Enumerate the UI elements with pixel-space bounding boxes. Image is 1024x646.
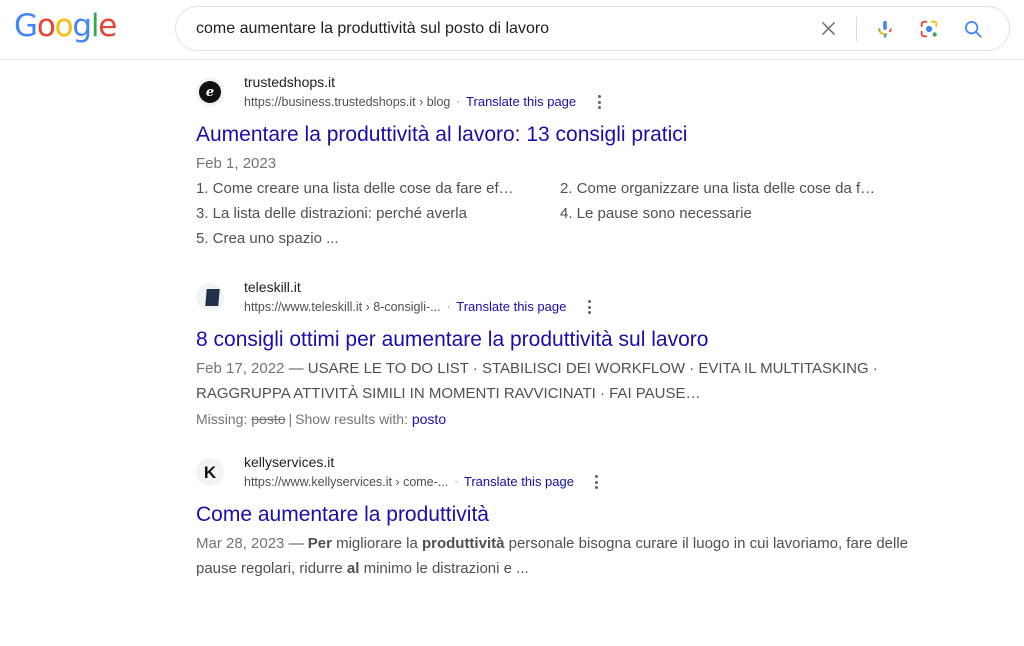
- result-url: https://www.teleskill.it › 8-consigli-..…: [244, 300, 441, 314]
- snippet-bold-term: Per: [307, 535, 332, 552]
- result-url-row: https://www.kellyservices.it › come-... …: [244, 472, 606, 492]
- site-name: kellyservices.it: [244, 454, 335, 470]
- show-results-with-label: Show results with:: [295, 411, 408, 427]
- url-separator: ·: [446, 301, 451, 313]
- result-url-row: https://www.teleskill.it › 8-consigli-..…: [244, 297, 598, 317]
- result-url: https://business.trustedshops.it › blog: [244, 95, 451, 109]
- search-results-list: e trustedshops.it https://business.trust…: [0, 60, 1024, 581]
- result-site-info: teleskill.it https://www.teleskill.it › …: [244, 277, 598, 317]
- missing-terms-note: Missing: posto | Show results with: posto: [196, 408, 994, 430]
- translate-page-link[interactable]: Translate this page: [466, 93, 576, 111]
- result-date: Mar 28, 2023: [196, 535, 285, 552]
- result-header: teleskill.it https://www.teleskill.it › …: [196, 277, 994, 317]
- site-name: trustedshops.it: [244, 74, 336, 90]
- url-separator: ·: [454, 476, 458, 488]
- result-site-info: trustedshops.it https://business.trusted…: [244, 72, 608, 112]
- translate-page-link[interactable]: Translate this page: [456, 298, 566, 316]
- more-options-icon[interactable]: [590, 92, 608, 112]
- result-title-link[interactable]: Aumentare la produttività al lavoro: 13 …: [196, 121, 994, 148]
- snippet-list-item: 4. Le pause sono necessarie: [560, 205, 752, 222]
- search-header: Google: [0, 0, 1024, 60]
- snippet-list-item: 3. La lista delle distrazioni: perché av…: [196, 205, 467, 222]
- result-title-link[interactable]: Come aumentare la produttività: [196, 501, 994, 528]
- missing-separator: |: [288, 411, 293, 427]
- favicon-teleskill-icon: [196, 283, 224, 311]
- url-separator: ·: [456, 96, 461, 108]
- snippet-list-item: 5. Crea uno spazio ...: [196, 230, 339, 247]
- result-url-row: https://business.trustedshops.it › blog …: [244, 92, 608, 112]
- search-actions: [806, 7, 995, 50]
- result-site-info: kellyservices.it https://www.kellyservic…: [244, 452, 606, 492]
- result-date: Feb 1, 2023: [196, 155, 277, 172]
- result-header: K kellyservices.it https://www.kellyserv…: [196, 452, 994, 492]
- result-snippet: Feb 17, 2022 — USARE LE TO DO LIST · STA…: [196, 356, 936, 406]
- search-submit-icon[interactable]: [951, 7, 995, 50]
- microphone-icon[interactable]: [863, 7, 907, 50]
- result-header: e trustedshops.it https://business.trust…: [196, 72, 994, 112]
- result-snippet-text: — USARE LE TO DO LIST · STABILISCI DEI W…: [196, 360, 878, 402]
- more-options-icon[interactable]: [580, 297, 598, 317]
- show-results-with-link[interactable]: posto: [412, 411, 446, 427]
- result-snippet-list: 1. Come creare una lista delle cose da f…: [196, 176, 956, 251]
- favicon-trustedshops-icon: e: [196, 78, 224, 106]
- clear-icon[interactable]: [806, 7, 850, 50]
- result-snippet: Mar 28, 2023 — Per migliorare la produtt…: [196, 531, 936, 581]
- snippet-list-item: 1. Come creare una lista delle cose da f…: [196, 180, 514, 197]
- search-result: teleskill.it https://www.teleskill.it › …: [0, 277, 1024, 430]
- snippet-text-run: minimo le distrazioni e ...: [359, 560, 529, 577]
- search-divider: [856, 16, 857, 41]
- google-lens-icon[interactable]: [907, 7, 951, 50]
- result-title-link[interactable]: 8 consigli ottimi per aumentare la produ…: [196, 326, 994, 353]
- search-result: K kellyservices.it https://www.kellyserv…: [0, 452, 1024, 581]
- result-url: https://www.kellyservices.it › come-...: [244, 475, 449, 489]
- translate-page-link[interactable]: Translate this page: [464, 473, 574, 491]
- result-snippet-rich: — Per migliorare la produttività persona…: [196, 535, 908, 577]
- snippet-bold-term: al: [346, 560, 360, 577]
- more-options-icon[interactable]: [588, 472, 606, 492]
- snippet-list-item: 2. Come organizzare una lista delle cose…: [560, 180, 876, 197]
- search-input[interactable]: [196, 7, 791, 50]
- result-date: Feb 17, 2022: [196, 360, 285, 377]
- favicon-kellyservices-icon: K: [196, 458, 224, 486]
- search-box[interactable]: [175, 6, 1010, 51]
- google-logo[interactable]: Google: [14, 11, 117, 42]
- search-result: e trustedshops.it https://business.trust…: [0, 72, 1024, 251]
- result-snippet: Feb 1, 2023: [196, 151, 936, 176]
- site-name: teleskill.it: [244, 279, 301, 295]
- snippet-bold-term: produttività: [421, 535, 505, 552]
- snippet-text-run: —: [288, 535, 308, 552]
- snippet-text-run: migliorare la: [331, 535, 422, 552]
- missing-term: posto: [251, 411, 286, 427]
- missing-prefix: Missing:: [196, 411, 248, 427]
